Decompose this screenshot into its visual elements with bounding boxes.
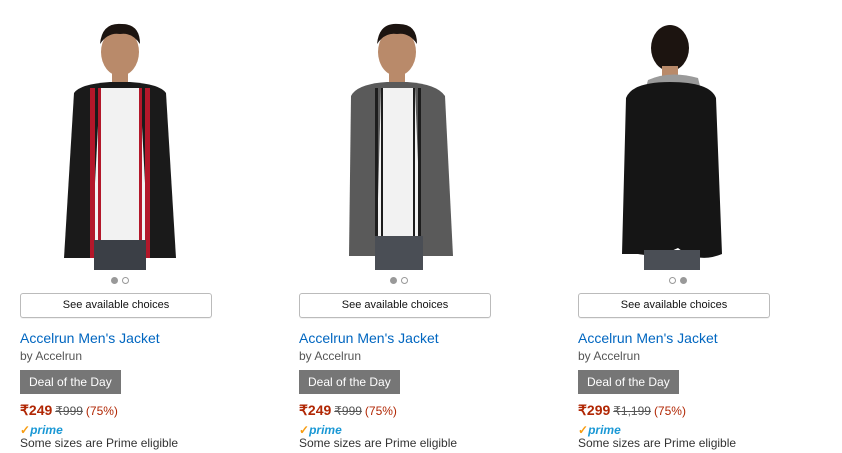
see-choices-button[interactable]: See available choices [578,293,770,318]
see-choices-button[interactable]: See available choices [20,293,212,318]
product-title-link[interactable]: Accelrun Men's Jacket [578,330,718,346]
deal-badge: Deal of the Day [299,370,400,394]
deal-badge: Deal of the Day [578,370,679,394]
discount-percent: (75%) [364,404,397,418]
product-image[interactable] [299,18,499,270]
deal-badge: Deal of the Day [20,370,121,394]
image-carousel-dots [578,277,778,287]
price-row: ₹249 ₹999 (75%) [20,402,118,419]
product-title-link[interactable]: Accelrun Men's Jacket [299,330,439,346]
carousel-dot-active[interactable] [111,277,118,284]
original-price: ₹1,199 [613,404,651,418]
price-row: ₹249 ₹999 (75%) [299,402,397,419]
prime-check-icon: ✓ [20,423,31,437]
prime-logo: prime [588,423,621,437]
original-price: ₹999 [334,404,362,418]
original-price: ₹999 [55,404,83,418]
prime-badge: ✓prime [578,421,621,437]
prime-eligibility-note: Some sizes are Prime eligible [299,436,458,450]
image-carousel-dots [20,277,220,287]
prime-eligibility-note: Some sizes are Prime eligible [578,436,737,450]
carousel-dot[interactable] [669,277,676,284]
product-card[interactable]: See available choices Accelrun Men's Jac… [20,0,220,453]
product-brand: by Accelrun [578,349,641,363]
image-carousel-dots [299,277,499,287]
carousel-dot-active[interactable] [680,277,687,284]
carousel-dot[interactable] [401,277,408,284]
product-brand: by Accelrun [299,349,362,363]
prime-check-icon: ✓ [299,423,310,437]
product-brand: by Accelrun [20,349,83,363]
current-price: ₹299 [578,402,611,418]
product-title-link[interactable]: Accelrun Men's Jacket [20,330,160,346]
see-choices-button[interactable]: See available choices [299,293,491,318]
discount-percent: (75%) [653,404,686,418]
carousel-dot[interactable] [122,277,129,284]
prime-badge: ✓prime [299,421,342,437]
product-card[interactable]: See available choices Accelrun Men's Jac… [578,0,778,453]
product-image[interactable] [578,18,778,270]
carousel-dot-active[interactable] [390,277,397,284]
price-row: ₹299 ₹1,199 (75%) [578,402,686,419]
prime-check-icon: ✓ [578,423,589,437]
current-price: ₹249 [20,402,53,418]
prime-logo: prime [309,423,342,437]
product-card[interactable]: See available choices Accelrun Men's Jac… [299,0,499,453]
discount-percent: (75%) [85,404,118,418]
product-image[interactable] [20,18,220,270]
current-price: ₹249 [299,402,332,418]
prime-logo: prime [30,423,63,437]
prime-eligibility-note: Some sizes are Prime eligible [20,436,179,450]
prime-badge: ✓prime [20,421,63,437]
